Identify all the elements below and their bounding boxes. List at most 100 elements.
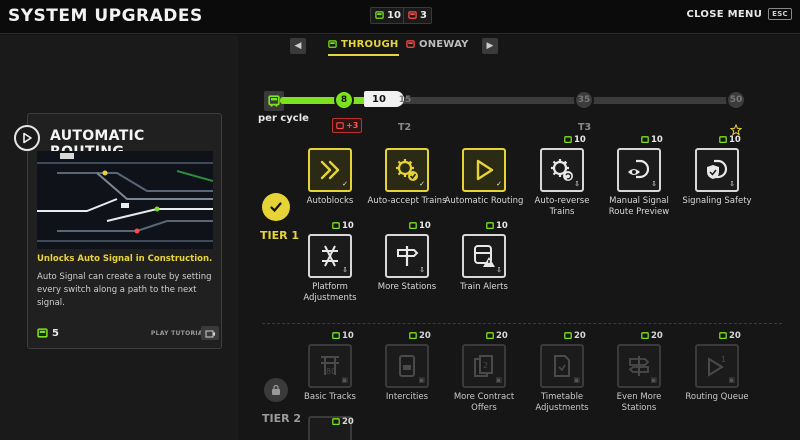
- train-icon: [486, 222, 494, 230]
- upgrade-icon-frame: ⇩: [462, 234, 506, 278]
- gear-check-icon: [396, 159, 418, 181]
- upgrade-more-contract-offers[interactable]: 20 2 ▣ More Contract Offers: [450, 330, 530, 420]
- check-badge-icon: ✓: [419, 180, 425, 188]
- train-icon: [336, 121, 344, 129]
- price-value: 20: [419, 331, 431, 341]
- upgrade-icon-frame: ▣: [540, 344, 584, 388]
- upgrade-auto-accept-trains[interactable]: ✓ Auto-accept Trains: [368, 134, 453, 224]
- train-icon: [641, 332, 649, 340]
- upgrade-label: Signaling Safety: [682, 196, 752, 206]
- intercity-icon: [399, 355, 415, 377]
- price-value: 10: [574, 135, 586, 145]
- play-tutorial-button[interactable]: [201, 326, 219, 340]
- upgrade-label: Routing Queue: [685, 392, 749, 402]
- timetable-icon: [554, 355, 570, 377]
- tab-oneway[interactable]: ONEWAY: [406, 39, 469, 50]
- svg-text:1: 1: [721, 355, 726, 364]
- upgrade-price: 10: [486, 221, 508, 231]
- signpost-icon: [628, 356, 650, 376]
- tick-label-t3: T3: [578, 122, 592, 133]
- close-menu-button[interactable]: CLOSE MENU ESC: [686, 8, 792, 20]
- upgrade-even-more-stations[interactable]: 20 ▣ Even More Stations: [605, 330, 685, 420]
- check-icon: [270, 202, 282, 213]
- close-menu-label: CLOSE MENU: [686, 8, 763, 20]
- upgrade-price: 10: [409, 221, 431, 231]
- upgrade-platform-adjustments[interactable]: 10 ⇩ Platform Adjustments: [296, 220, 376, 310]
- red-train-counter: 3: [403, 7, 432, 24]
- upgrade-signaling-safety[interactable]: 10 ⇩ Signaling Safety: [682, 134, 763, 224]
- train-icon: [406, 40, 415, 48]
- price-value: 20: [651, 331, 663, 341]
- contracts-icon: 2: [474, 355, 493, 377]
- train-icon: [332, 332, 340, 340]
- train-alert-icon: [474, 245, 495, 267]
- upgrade-label: Timetable Adjustments: [535, 392, 589, 413]
- upgrade-train-alerts[interactable]: 10 ⇩ Train Alerts: [450, 220, 530, 310]
- upgrade-price: 20: [641, 331, 663, 341]
- upgrade-basic-tracks[interactable]: 10 80 ▣ Basic Tracks: [296, 330, 376, 420]
- price-value: 10: [496, 221, 508, 231]
- line-type-tabs: ◀ THROUGH ONEWAY ▶: [290, 36, 500, 58]
- platform-icon: [322, 245, 338, 267]
- upgrade-price: 20: [486, 331, 508, 341]
- svg-text:2: 2: [483, 361, 488, 370]
- upgrade-timetable-adjustments[interactable]: 20 ▣ Timetable Adjustments: [528, 330, 608, 420]
- esc-key-hint: ESC: [768, 8, 792, 20]
- upgrade-icon-frame: ▣: [385, 344, 429, 388]
- svg-text:80: 80: [326, 367, 336, 376]
- upgrade-icon-frame: 1 ▣: [695, 344, 739, 388]
- next-tab-button[interactable]: ▶: [482, 38, 498, 54]
- upgrade-icon-frame: ✓: [308, 148, 352, 192]
- upgrade-more-stations[interactable]: 10 ⇩ More Stations: [373, 220, 453, 310]
- upgrade-icon-frame: ▣: [617, 344, 661, 388]
- price-value: 10: [342, 221, 354, 231]
- upgrade-manual-signal-route-preview[interactable]: 10 ⇩ Manual Signal Route Preview: [605, 134, 685, 224]
- progress-tick-current: 8: [334, 90, 354, 110]
- upgrade-auto-reverse-trains[interactable]: 10 ⇩ Auto-reverse Trains: [528, 134, 608, 224]
- upgrade-price: 20: [719, 331, 741, 341]
- price-value: 10: [651, 135, 663, 145]
- lock-icon: ▣: [495, 376, 502, 384]
- upgrade-routing-queue[interactable]: 20 1 ▣ Routing Queue: [683, 330, 763, 420]
- upgrade-detail-card: AUTOMATIC ROUTING Unlocks Auto Signal in…: [27, 113, 222, 349]
- check-badge-icon: ✓: [496, 180, 502, 188]
- tab-through-label: THROUGH: [341, 39, 399, 50]
- upgrade-label: Auto-reverse Trains: [534, 196, 590, 217]
- progress-tick: 35: [574, 90, 594, 110]
- upgrade-price: 20: [332, 417, 354, 427]
- train-icon: [375, 11, 384, 19]
- upgrade-label: More Stations: [377, 282, 437, 292]
- tier1-label: TIER 1: [260, 229, 300, 242]
- upgrade-intercities[interactable]: 20 ▣ Intercities: [373, 330, 453, 420]
- tick-label-t2: T2: [398, 122, 412, 133]
- download-icon: ⇩: [342, 266, 348, 274]
- train-icon: [719, 136, 727, 144]
- upgrade-price: 20: [564, 331, 586, 341]
- tier2-lock-badge: [264, 378, 288, 402]
- upgrade-price: 10: [332, 331, 354, 341]
- cost-value: 5: [52, 328, 59, 339]
- upgrade-price: 20: [409, 331, 431, 341]
- upgrade-cost: 5: [37, 328, 59, 339]
- routing-queue-icon: 1: [708, 355, 726, 377]
- price-value: 20: [574, 331, 586, 341]
- upgrade-icon-frame: ⇩: [308, 234, 352, 278]
- preview-image: [37, 151, 213, 249]
- progress-tick: 50: [726, 90, 746, 110]
- prev-tab-button[interactable]: ◀: [290, 38, 306, 54]
- upgrade-icon-frame: ⇩: [695, 148, 739, 192]
- upgrade-autoblocks[interactable]: ✓ Autoblocks: [296, 134, 376, 224]
- train-icon: [409, 222, 417, 230]
- tab-through[interactable]: THROUGH: [328, 39, 399, 56]
- download-icon: ⇩: [729, 180, 735, 188]
- upgrade-label: Manual Signal Route Preview: [608, 196, 670, 217]
- tier1-complete-icon: [262, 193, 290, 221]
- page-title: SYSTEM UPGRADES: [8, 6, 203, 26]
- upgrade-automatic-routing[interactable]: ✓ Automatic Routing: [445, 134, 530, 224]
- upgrade-label: Train Alerts: [460, 282, 508, 292]
- tracks-icon: 80: [321, 356, 339, 376]
- upgrade-price: 10: [564, 135, 586, 145]
- price-value: 20: [729, 331, 741, 341]
- train-icon: [328, 40, 337, 48]
- train-icon: [408, 11, 417, 19]
